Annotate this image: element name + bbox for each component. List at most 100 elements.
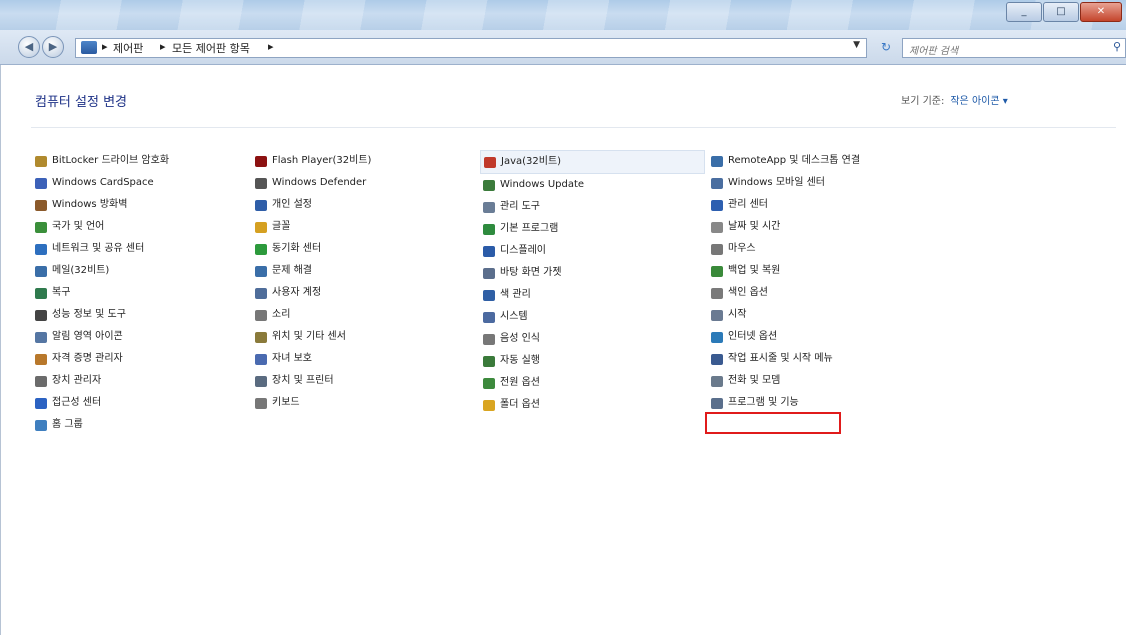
control-panel-item[interactable]: 시작 [711, 304, 860, 326]
refresh-icon[interactable]: ↻ [875, 38, 897, 56]
control-panel-item[interactable]: BitLocker 드라이브 암호화 [35, 150, 169, 172]
breadcrumb-separator[interactable]: ▸ [102, 40, 108, 53]
control-panel-item[interactable]: 소리 [255, 304, 371, 326]
control-panel-item[interactable]: 관리 도구 [483, 196, 705, 218]
control-panel-item[interactable]: Windows 모바일 센터 [711, 172, 860, 194]
control-panel-item[interactable]: 메일(32비트) [35, 260, 169, 282]
control-panel-item[interactable]: 동기화 센터 [255, 238, 371, 260]
control-panel-item[interactable]: Windows 방화벽 [35, 194, 169, 216]
control-panel-item[interactable]: Windows CardSpace [35, 172, 169, 194]
forward-button[interactable]: ▶ [42, 36, 64, 58]
address-dropdown-icon[interactable]: ▼ [853, 40, 860, 50]
control-panel-item[interactable]: 프로그램 및 기능 [711, 392, 860, 414]
control-panel-item[interactable]: Windows Update [483, 174, 705, 196]
breadcrumb-separator[interactable]: ▸ [160, 40, 166, 53]
control-panel-item-label: 소리 [272, 309, 291, 320]
control-panel-item[interactable]: 기본 프로그램 [483, 218, 705, 240]
breadcrumb-control-panel[interactable]: 제어판 [113, 40, 143, 56]
printer-icon [255, 375, 267, 387]
control-panel-item-label: 동기화 센터 [272, 243, 322, 254]
folder-icon [483, 399, 495, 411]
back-button[interactable]: ◀ [18, 36, 40, 58]
control-panel-item[interactable]: 사용자 계정 [255, 282, 371, 304]
control-panel-item-label: Windows 방화벽 [52, 199, 128, 210]
control-panel-item[interactable]: Windows Defender [255, 172, 371, 194]
control-panel-item-label: 날짜 및 시간 [728, 221, 781, 232]
control-panel-item-label: 장치 관리자 [52, 375, 102, 386]
view-by: 보기 기준: 작은 아이콘 ▾ [901, 92, 1008, 107]
control-panel-item-label: 전화 및 모뎀 [728, 375, 781, 386]
admin-tools-icon [483, 201, 495, 213]
control-panel-item-label: 사용자 계정 [272, 287, 322, 298]
cardspace-icon [35, 177, 47, 189]
items-column-1: BitLocker 드라이브 암호화 Windows CardSpace Windo… [35, 150, 169, 436]
internet-options-icon [711, 331, 723, 343]
region-icon [35, 221, 47, 233]
window-controls: _ □ ✕ [1006, 2, 1122, 22]
control-panel-item-label: 음성 인식 [500, 333, 540, 344]
control-panel-item[interactable]: 백업 및 복원 [711, 260, 860, 282]
control-panel-item[interactable]: 색 관리 [483, 284, 705, 306]
control-panel-item[interactable]: 인터넷 옵션 [711, 326, 860, 348]
control-panel-item[interactable]: 날짜 및 시간 [711, 216, 860, 238]
defender-icon [255, 177, 267, 189]
parental-icon [255, 353, 267, 365]
control-panel-item[interactable]: 바탕 화면 가젯 [483, 262, 705, 284]
maximize-button[interactable]: □ [1043, 2, 1079, 22]
control-panel-item[interactable]: 복구 [35, 282, 169, 304]
control-panel-item-label: 접근성 센터 [52, 397, 102, 408]
control-panel-item-label: 색 관리 [500, 289, 531, 300]
page-title: 컴퓨터 설정 변경 [35, 95, 127, 110]
breadcrumb-all-items[interactable]: 모든 제어판 항목 [172, 40, 250, 56]
default-programs-icon [483, 223, 495, 235]
address-bar: ◀ ▶ ▸ 제어판 ▸ 모든 제어판 항목 ▸ ▼ ↻ ⚲ [0, 30, 1126, 65]
control-panel-item[interactable]: 전화 및 모뎀 [711, 370, 860, 392]
control-panel-item[interactable]: 자녀 보호 [255, 348, 371, 370]
control-panel-item[interactable]: 시스템 [483, 306, 705, 328]
control-panel-item[interactable]: 색인 옵션 [711, 282, 860, 304]
control-panel-item[interactable]: Flash Player(32비트) [255, 150, 371, 172]
control-panel-item[interactable]: 폴더 옵션 [483, 394, 705, 416]
minimize-button[interactable]: _ [1006, 2, 1042, 22]
control-panel-item[interactable]: 문제 해결 [255, 260, 371, 282]
control-panel-item-label: Windows Defender [272, 177, 367, 188]
control-panel-item[interactable]: 접근성 센터 [35, 392, 169, 414]
control-panel-item-label: 마우스 [728, 243, 756, 254]
control-panel-item-label: 백업 및 복원 [728, 265, 781, 276]
control-panel-item[interactable]: 전원 옵션 [483, 372, 705, 394]
keyboard-icon [255, 397, 267, 409]
search-input[interactable] [903, 43, 1095, 60]
control-panel-item[interactable]: 글꼴 [255, 216, 371, 238]
close-button[interactable]: ✕ [1080, 2, 1122, 22]
control-panel-item[interactable]: 작업 표시줄 및 시작 메뉴 [711, 348, 860, 370]
control-panel-item[interactable]: Java(32비트) [480, 150, 705, 174]
search-box: ⚲ [902, 38, 1126, 60]
control-panel-item[interactable]: 홈 그룹 [35, 414, 169, 436]
control-panel-item[interactable]: 음성 인식 [483, 328, 705, 350]
control-panel-item[interactable]: 키보드 [255, 392, 371, 414]
control-panel-item[interactable]: 디스플레이 [483, 240, 705, 262]
device-manager-icon [35, 375, 47, 387]
breadcrumb-separator[interactable]: ▸ [268, 40, 274, 53]
control-panel-item[interactable]: 개인 설정 [255, 194, 371, 216]
control-panel-item[interactable]: 장치 및 프린터 [255, 370, 371, 392]
control-panel-item[interactable]: 국가 및 언어 [35, 216, 169, 238]
control-panel-item[interactable]: 장치 관리자 [35, 370, 169, 392]
control-panel-item[interactable]: 위치 및 기타 센서 [255, 326, 371, 348]
control-panel-item[interactable]: 자격 증명 관리자 [35, 348, 169, 370]
control-panel-item[interactable]: 관리 센터 [711, 194, 860, 216]
control-panel-item[interactable]: 성능 정보 및 도구 [35, 304, 169, 326]
breadcrumb[interactable]: ▸ 제어판 ▸ 모든 제어판 항목 ▸ ▼ [75, 38, 867, 58]
control-panel-item-label: Windows Update [500, 179, 585, 190]
control-panel-item[interactable]: RemoteApp 및 데스크톱 연결 [711, 150, 860, 172]
items-column-2: Flash Player(32비트) Windows Defender 개인 설정 글… [255, 150, 371, 414]
control-panel-item[interactable]: 알림 영역 아이콘 [35, 326, 169, 348]
programs-features-icon [711, 397, 723, 409]
control-panel-item[interactable]: 자동 실행 [483, 350, 705, 372]
sync-icon [255, 243, 267, 255]
control-panel-item[interactable]: 마우스 [711, 238, 860, 260]
view-by-dropdown[interactable]: 작은 아이콘 ▾ [950, 96, 1007, 107]
fonts-icon [255, 221, 267, 233]
control-panel-item[interactable]: 네트워크 및 공유 센터 [35, 238, 169, 260]
search-icon[interactable]: ⚲ [1113, 40, 1121, 53]
